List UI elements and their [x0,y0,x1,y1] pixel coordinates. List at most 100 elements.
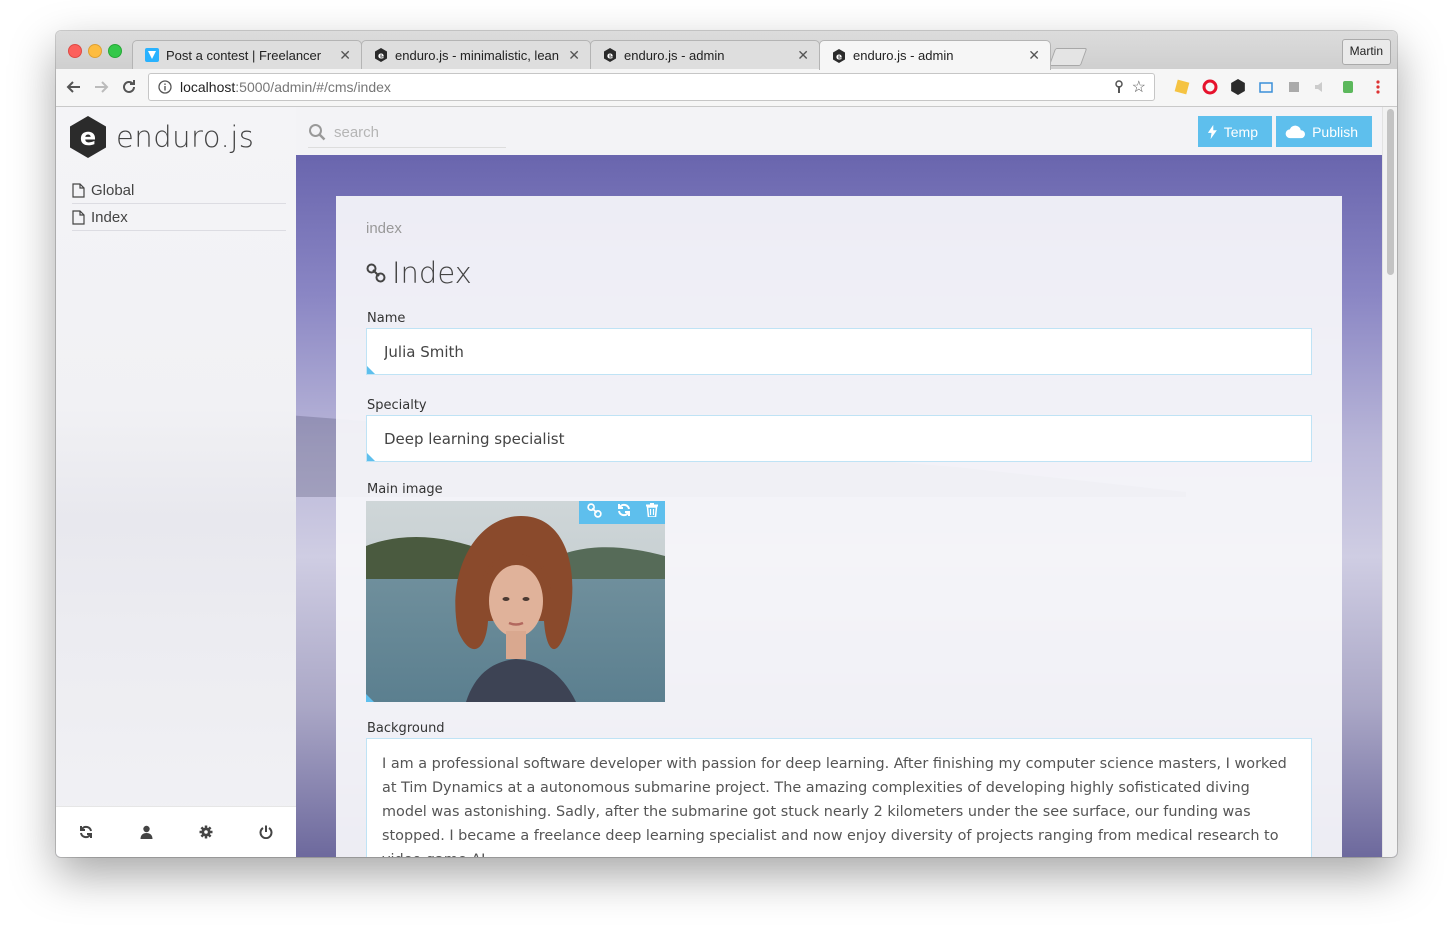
reload-button[interactable] [119,77,139,97]
sidebar-item-global[interactable]: Global [72,177,286,204]
specialty-field-wrapper [366,415,1312,462]
user-icon[interactable] [131,825,161,839]
main-image-label: Main image [367,482,443,497]
speaker-icon[interactable] [1311,78,1329,96]
main-image[interactable] [366,501,665,702]
refresh-icon[interactable] [71,825,101,839]
name-field-wrapper [366,328,1312,375]
name-label: Name [367,311,406,326]
enduro-icon: e [374,48,388,62]
background-label: Background [367,721,445,736]
browser-window: Post a contest | Freelancer ✕ e enduro.j… [56,31,1397,857]
page-title: Index [366,256,472,290]
reload-icon [123,80,135,93]
extension-icon[interactable] [1173,78,1191,96]
page-scrollbar[interactable] [1382,107,1397,857]
page-title-text: Index [392,256,472,290]
scrollbar-thumb[interactable] [1387,109,1394,275]
top-bar: Temp Publish [296,107,1382,155]
opera-icon[interactable] [1201,78,1219,96]
arrow-right-icon [95,81,109,93]
profile-button[interactable]: Martin [1341,39,1391,65]
tab-title: Post a contest | Freelancer [166,47,322,63]
enduro-icon: e [832,48,846,63]
temp-label: Temp [1223,123,1258,140]
logo[interactable]: e enduro.js [68,115,254,159]
menu-kebab-icon[interactable] [1369,78,1387,96]
svg-text:e: e [80,123,96,151]
specialty-field[interactable] [382,428,1311,449]
sidebar-item-label: Global [91,181,135,199]
field-corner-marker [367,366,375,374]
cloud-icon [1285,125,1305,138]
close-tab-icon[interactable]: ✕ [339,47,351,64]
info-icon[interactable] [158,80,172,94]
admin-page: e enduro.js Global Index search Temp Pub… [56,107,1397,857]
url-path: :5000/admin/#/cms/index [235,79,391,95]
enduro-logo-icon: e [70,116,106,158]
lightning-icon [1207,124,1217,139]
power-icon[interactable] [251,825,281,839]
evernote-icon[interactable] [1339,78,1357,96]
address-bar[interactable]: localhost:5000/admin/#/cms/index ☆ [148,73,1155,101]
background-textarea[interactable]: I am a professional software developer w… [366,738,1312,857]
close-window-button[interactable] [68,44,82,58]
sidebar: e enduro.js Global Index [56,107,296,857]
field-corner-marker [366,694,374,702]
refresh-icon[interactable] [617,503,631,522]
arrow-left-icon [66,81,80,93]
url-host: localhost [180,79,236,95]
file-icon [72,209,85,225]
back-button[interactable] [64,77,84,97]
forward-button[interactable] [91,77,111,97]
browser-tab[interactable]: e enduro.js - minimalistic, lean & ✕ [361,40,591,69]
breadcrumb[interactable]: index [366,220,402,237]
tab-title: enduro.js - admin [853,48,954,63]
svg-text:e: e [378,52,384,62]
link-icon [366,263,386,283]
search-icon [309,124,326,141]
screen-capture-icon[interactable] [1257,78,1275,96]
temp-button[interactable]: Temp [1198,116,1272,147]
tab-title: enduro.js - admin [624,47,725,63]
close-tab-icon[interactable]: ✕ [1028,47,1040,64]
browser-toolbar: localhost:5000/admin/#/cms/index ☆ [56,69,1397,107]
browser-tab[interactable]: e enduro.js - admin ✕ [590,40,820,69]
logo-text: enduro.js [116,120,255,154]
maximize-window-button[interactable] [108,44,122,58]
browser-tab-active[interactable]: e enduro.js - admin ✕ [819,40,1051,70]
trash-icon[interactable] [645,503,658,522]
enduro-icon: e [603,48,617,62]
search-input[interactable] [332,122,496,142]
portrait-image [366,501,665,702]
minimize-window-button[interactable] [88,44,102,58]
svg-text:e: e [836,52,842,62]
browser-tab[interactable]: Post a contest | Freelancer ✕ [132,40,362,69]
file-icon [72,182,85,198]
publish-button[interactable]: Publish [1276,116,1372,147]
enduro-extension-icon[interactable] [1229,78,1247,96]
search-box [308,117,506,148]
link-icon[interactable] [586,502,602,523]
content-card: index Index Name Specialty Main image [336,196,1342,857]
tab-strip: Post a contest | Freelancer ✕ e enduro.j… [56,31,1397,70]
tab-title: enduro.js - minimalistic, lean & [395,47,563,63]
key-icon[interactable] [1114,80,1124,94]
sidebar-item-index[interactable]: Index [72,204,286,231]
sidebar-item-label: Index [91,208,128,226]
close-tab-icon[interactable]: ✕ [568,47,580,64]
svg-text:e: e [607,52,613,62]
publish-label: Publish [1312,123,1358,140]
name-field[interactable] [382,341,1311,362]
close-tab-icon[interactable]: ✕ [797,47,809,64]
bookmark-star-icon[interactable]: ☆ [1132,77,1146,97]
gear-icon[interactable] [191,825,221,839]
image-toolbar [579,501,665,524]
specialty-label: Specialty [367,398,427,413]
sidebar-footer [56,806,296,857]
freelancer-icon [145,48,159,62]
field-corner-marker [367,453,375,461]
new-tab-button[interactable] [1048,48,1088,66]
puzzle-icon[interactable] [1285,78,1303,96]
sidebar-nav: Global Index [72,177,286,231]
